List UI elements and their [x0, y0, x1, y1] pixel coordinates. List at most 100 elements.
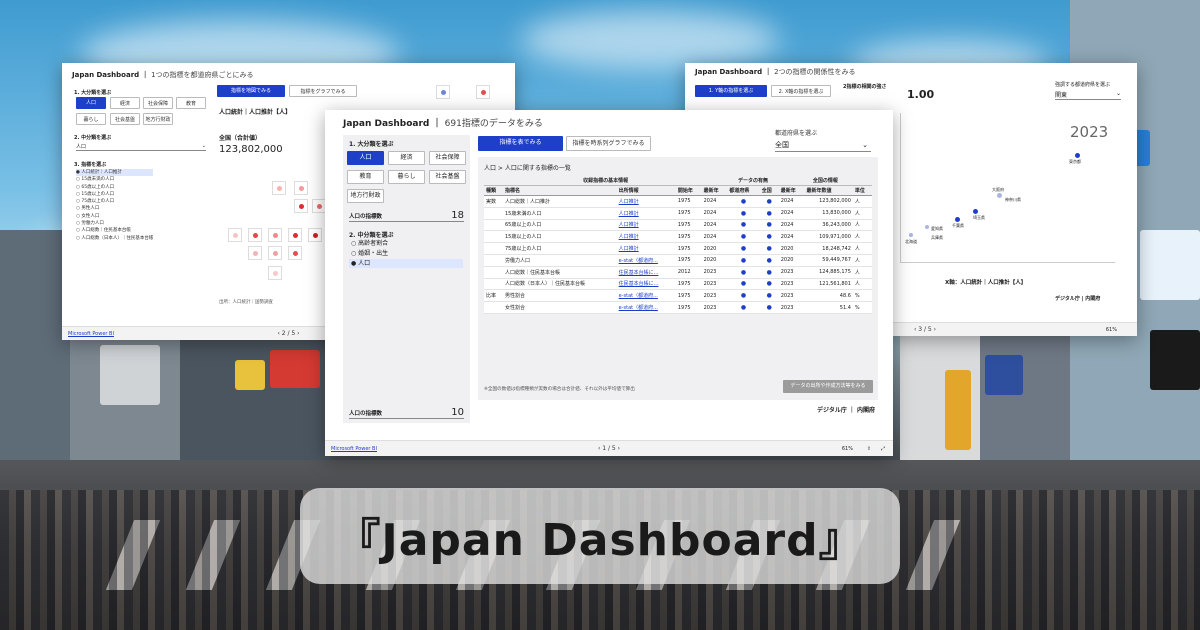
list-item[interactable]: ○ 労働力人口 — [76, 220, 153, 227]
cell-latest: 2024 — [701, 219, 728, 232]
cell-src[interactable]: 人口推計 — [616, 219, 676, 232]
cell-src[interactable]: 住民基本台帳に... — [616, 266, 676, 279]
list-item[interactable]: ○ 75歳以上の人口 — [76, 198, 153, 205]
page-indicator[interactable]: ‹ 2 / 5 › — [277, 330, 299, 337]
column-header: 最新年数値 — [804, 185, 853, 196]
list-item[interactable]: ● 人口統計｜人口推計 — [76, 169, 154, 177]
cell-unit: 人 — [852, 278, 872, 291]
table-row[interactable]: 15歳以上の人口 人口推計 1975 2024 ● ● 2024 109,971,000 人 — [484, 230, 872, 244]
radio-option[interactable]: ○ 婚姻・出生 — [349, 249, 463, 258]
table-row[interactable]: 実数 人口総数｜人口推計 人口推計 1975 2024 ● ● 2024 123,802,000… — [484, 195, 872, 208]
cell-pref: ● — [727, 207, 760, 220]
point-label: 神奈川県 — [1005, 197, 1021, 202]
cell-unit: 人 — [852, 230, 872, 244]
page-title: Japan Dashboard ｜ 691指標のデータをみる — [343, 119, 543, 129]
category-button[interactable]: 地方行財政 — [347, 189, 384, 203]
cell-kind: 実数 — [484, 195, 503, 208]
tab-x-axis[interactable]: 2. X軸の指標を選ぶ — [771, 85, 831, 97]
indicator-table: 収録指標の基本情報 データの有無 全国の情報 種類 指標名 出所情報 開始年 最新年 都道… — [484, 176, 872, 314]
category-button[interactable]: 社会保障 — [143, 97, 173, 109]
category-button[interactable]: 教育 — [347, 170, 384, 184]
data-point[interactable] — [925, 225, 929, 229]
cell-value: 109,971,000 — [804, 230, 853, 244]
category-button[interactable]: 社会基盤 — [110, 113, 140, 125]
table-row[interactable]: 15歳未満の人口 人口推計 1975 2024 ● ● 2024 13,830,000 人 — [484, 207, 872, 220]
list-item[interactable]: ○ 15歳未満の人口 — [76, 176, 153, 183]
indicator-list: ● 人口統計｜人口推計 ○ 15歳未満の人口 ○ 65歳以上の人口 ○ 15歳以… — [76, 169, 154, 242]
share-icon[interactable]: ⇪ — [867, 446, 871, 452]
table-row[interactable]: 比率 男性割合 e-stat（都道府... 1975 2023 ● ● 2023 48.6% — [484, 289, 872, 303]
tab-graph[interactable]: 指標をグラフでみる — [289, 85, 357, 97]
cell-src[interactable]: 人口推計 — [616, 207, 676, 220]
category-button[interactable]: 教育 — [176, 97, 206, 109]
cell-pref: ● — [727, 266, 760, 279]
cell-src[interactable]: 人口推計 — [616, 230, 676, 244]
radio-option[interactable]: ○ 高齢者割合 — [349, 239, 463, 248]
page-indicator[interactable]: ‹ 3 / 5 › — [914, 326, 936, 333]
cell-nyear: 2023 — [778, 266, 805, 279]
data-source-button[interactable]: データの出所や作成方法等をみる — [783, 380, 873, 393]
cell-src[interactable]: e-stat（都道府... — [616, 301, 676, 314]
category-button[interactable]: 社会基盤 — [429, 170, 466, 184]
category-button[interactable]: 暮らし — [388, 170, 425, 184]
section-label: 3. 指標を選ぶ — [74, 162, 107, 168]
cell-nat: ● — [759, 242, 779, 255]
category-button[interactable]: 人口 — [347, 151, 384, 165]
list-item[interactable]: ○ 人口総数（日本人）｜住民基本台帳 — [76, 235, 153, 242]
cell-src[interactable]: 人口推計 — [616, 242, 676, 255]
page-indicator[interactable]: ‹ 1 / 5 › — [598, 445, 620, 452]
table-row[interactable]: 65歳以上の人口 人口推計 1975 2024 ● ● 2024 36,243,000 人 — [484, 219, 872, 232]
point-label: 兵庫県 — [931, 235, 943, 240]
category-button[interactable]: 暮らし — [76, 113, 106, 125]
cell-src[interactable]: 住民基本台帳に... — [616, 278, 676, 291]
category-button[interactable]: 経済 — [110, 97, 140, 109]
table-row[interactable]: 人口総数（日本人）｜住民基本台帳 住民基本台帳に... 1975 2023 ● ● 2023… — [484, 278, 872, 291]
indicator-count: 人口の指標数 10 — [349, 407, 464, 419]
region-dropdown[interactable]: 関東 ⌄ — [1055, 90, 1121, 100]
cell-name: 人口総数｜住民基本台帳 — [502, 266, 617, 279]
table-row[interactable]: 人口総数｜住民基本台帳 住民基本台帳に... 2012 2023 ● ● 2023 124,8… — [484, 266, 872, 279]
category-button[interactable]: 地方行財政 — [143, 113, 173, 125]
data-point[interactable] — [997, 193, 1002, 198]
data-point[interactable] — [955, 217, 960, 222]
cell-kind — [484, 301, 503, 314]
tab-y-axis[interactable]: 1. Y軸の指標を選ぶ — [695, 85, 767, 97]
category-button[interactable]: 経済 — [388, 151, 425, 165]
prefecture-dropdown[interactable]: 全国 ⌄ — [775, 139, 871, 152]
page-title: Japan Dashboard ｜ 2つの指標の関係性をみる — [695, 68, 856, 76]
fullscreen-icon[interactable]: ⤢ — [881, 446, 885, 452]
cell-src[interactable]: e-stat（都道府... — [616, 289, 676, 303]
list-item[interactable]: ○ 15歳以上の人口 — [76, 191, 153, 198]
zoom-level[interactable]: 61% — [1106, 327, 1117, 333]
list-item[interactable]: ○ 男性人口 — [76, 205, 153, 212]
data-point[interactable] — [909, 233, 913, 237]
data-point[interactable] — [973, 209, 978, 214]
table-row[interactable]: 女性割合 e-stat（都道府... 1975 2023 ● ● 2023 51.4% — [484, 301, 872, 314]
tab-timeseries[interactable]: 指標を時系列グラフでみる — [566, 136, 651, 151]
mid-category-dropdown[interactable]: 人口 ⌄ — [76, 143, 206, 151]
powerbi-link[interactable]: Microsoft Power BI — [331, 446, 377, 452]
zoom-level[interactable]: 61% — [842, 446, 853, 452]
column-header: 指標名 — [502, 185, 617, 196]
cell-kind — [484, 278, 503, 291]
cell-nat: ● — [759, 254, 779, 267]
category-button[interactable]: 社会保障 — [429, 151, 466, 165]
category-button[interactable]: 人口 — [76, 97, 106, 109]
tab-map[interactable]: 指標を地図でみる — [217, 85, 285, 97]
table-row[interactable]: 労働力人口 e-stat（都道府... 1975 2020 ● ● 2020 59,449,7… — [484, 254, 872, 267]
cell-nat: ● — [759, 289, 779, 303]
list-item[interactable]: ○ 女性人口 — [76, 213, 153, 220]
radio-option-selected[interactable]: ● 人口 — [349, 259, 463, 268]
table-row[interactable]: 75歳以上の人口 人口推計 1975 2020 ● ● 2020 18,248,742 人 — [484, 242, 872, 255]
section-label: 2. 中分類を選ぶ — [349, 232, 394, 239]
data-point[interactable] — [1075, 153, 1080, 158]
cell-nyear: 2020 — [778, 242, 805, 255]
tab-table[interactable]: 指標を表でみる — [478, 136, 563, 151]
cell-src[interactable]: e-stat（都道府... — [616, 254, 676, 267]
cell-src[interactable]: 人口推計 — [616, 195, 676, 208]
indicator-title: 人口統計｜人口推計【人】 — [219, 109, 292, 116]
list-item[interactable]: ○ 人口総数｜住民基本台帳 — [76, 227, 153, 234]
chevron-down-icon: ⌄ — [1115, 90, 1121, 97]
list-item[interactable]: ○ 65歳以上の人口 — [76, 184, 153, 191]
powerbi-link[interactable]: Microsoft Power BI — [68, 331, 114, 337]
